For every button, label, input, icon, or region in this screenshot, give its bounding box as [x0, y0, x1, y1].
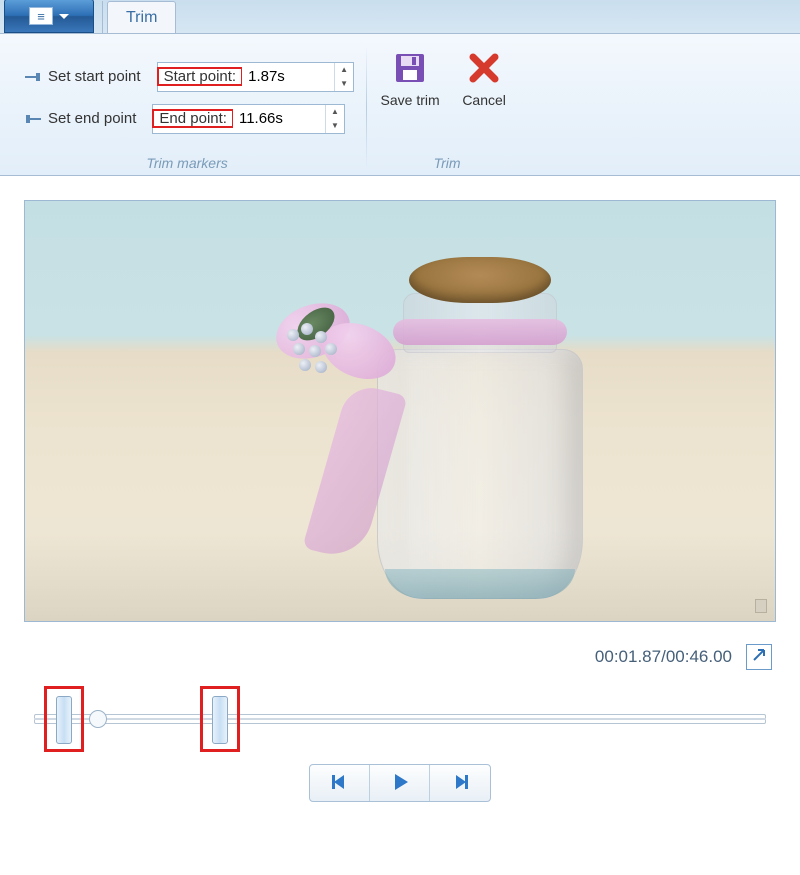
play-button[interactable] — [370, 765, 430, 801]
video-preview-content — [25, 201, 775, 621]
set-end-point-label: Set end point — [48, 110, 136, 127]
cancel-button[interactable]: Cancel — [453, 48, 515, 109]
end-point-spinner: ▲ ▼ — [325, 105, 344, 133]
next-frame-button[interactable] — [430, 765, 490, 801]
end-point-step-down[interactable]: ▼ — [326, 119, 344, 133]
ribbon-group-trim: Save trim Cancel Trim — [369, 40, 525, 175]
step-forward-icon — [449, 771, 471, 796]
trim-start-handle[interactable] — [56, 696, 72, 744]
set-end-point-button[interactable]: Set end point — [20, 108, 140, 129]
preview-corner-mark — [755, 599, 767, 613]
ribbon-group-trim-label: Trim — [379, 151, 515, 173]
save-trim-button[interactable]: Save trim — [379, 48, 441, 109]
expand-preview-button[interactable] — [746, 644, 772, 670]
ribbon-divider — [366, 46, 367, 169]
time-display: 00:01.87/00:46.00 — [595, 647, 732, 667]
start-point-caption: Start point: — [158, 68, 243, 85]
end-point-field: End point: ▲ ▼ — [152, 104, 345, 134]
step-back-icon — [329, 771, 351, 796]
start-point-spinner: ▲ ▼ — [334, 63, 353, 91]
timeline[interactable] — [24, 684, 776, 756]
ribbon-group-markers-label: Trim markers — [20, 151, 354, 173]
start-point-row: Set start point Start point: ▲ ▼ — [20, 62, 354, 92]
menu-dropdown-icon: ≡ — [29, 7, 53, 25]
start-point-field: Start point: ▲ ▼ — [157, 62, 355, 92]
ribbon-group-trim-markers: Set start point Start point: ▲ ▼ Set e — [10, 40, 364, 175]
app-menu-dropdown[interactable]: ≡ — [4, 0, 94, 33]
expand-arrow-icon — [751, 647, 767, 668]
preview-area — [0, 176, 800, 632]
end-point-caption: End point: — [153, 110, 233, 127]
time-row: 00:01.87/00:46.00 — [0, 632, 800, 676]
timeline-playhead[interactable] — [89, 710, 107, 728]
end-point-input[interactable] — [233, 108, 325, 129]
previous-frame-button[interactable] — [310, 765, 370, 801]
video-preview[interactable] — [24, 200, 776, 622]
x-icon — [464, 48, 504, 88]
playback-controls — [0, 756, 800, 820]
timeline-box — [0, 676, 800, 756]
tab-trim-label: Trim — [126, 9, 157, 27]
chevron-down-icon — [59, 14, 69, 19]
tab-trim[interactable]: Trim — [107, 1, 176, 33]
play-icon — [389, 771, 411, 796]
save-trim-label: Save trim — [381, 92, 440, 109]
start-point-input[interactable] — [242, 66, 334, 87]
menu-separator — [102, 1, 103, 33]
trim-end-icon — [24, 112, 42, 126]
ribbon: Set start point Start point: ▲ ▼ Set e — [0, 34, 800, 176]
start-point-step-up[interactable]: ▲ — [335, 63, 353, 77]
start-point-step-down[interactable]: ▼ — [335, 77, 353, 91]
trim-start-icon — [24, 70, 42, 84]
cancel-label: Cancel — [462, 92, 506, 109]
end-point-row: Set end point End point: ▲ ▼ — [20, 104, 354, 134]
floppy-disk-icon — [390, 48, 430, 88]
set-start-point-label: Set start point — [48, 68, 141, 85]
trim-end-handle[interactable] — [212, 696, 228, 744]
menubar: ≡ Trim — [0, 0, 800, 34]
end-point-step-up[interactable]: ▲ — [326, 105, 344, 119]
set-start-point-button[interactable]: Set start point — [20, 66, 145, 87]
